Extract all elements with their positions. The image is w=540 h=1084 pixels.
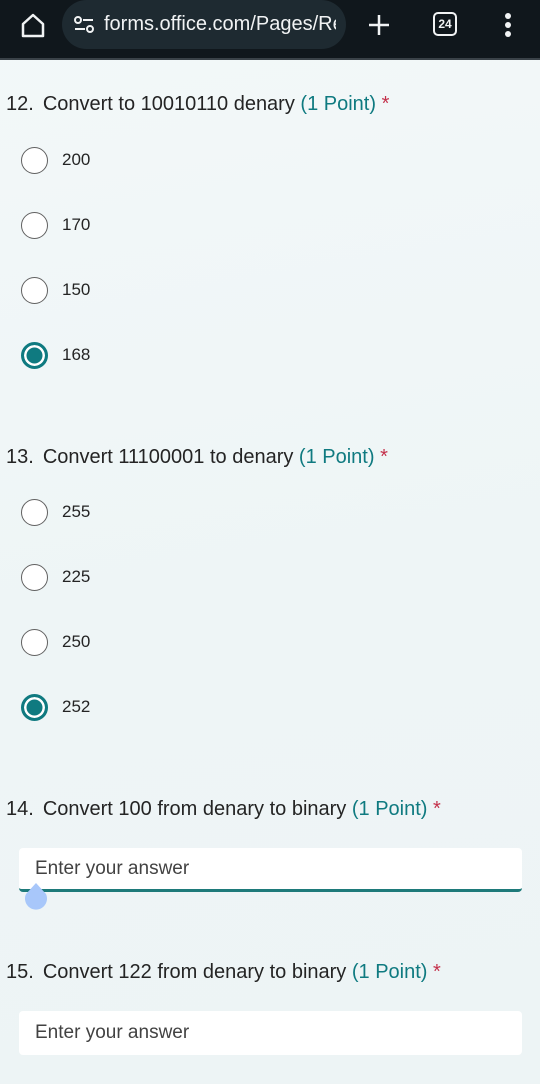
required-mark: * xyxy=(433,961,441,983)
option-label: 200 xyxy=(62,150,91,169)
required-mark: * xyxy=(380,446,388,468)
question-15-title: 15. Convert 122 from denary to binary (1 … xyxy=(6,961,441,984)
q13-option-2[interactable]: 225 xyxy=(21,562,90,592)
address-bar[interactable]: forms.office.com/Pages/ResponsePage xyxy=(62,0,346,49)
radio-button[interactable] xyxy=(21,276,48,304)
question-13-title: 13. Convert 11100001 to denary (1 Point) … xyxy=(6,446,388,469)
question-number: 12. xyxy=(6,93,34,115)
q14-answer-field[interactable] xyxy=(19,848,522,892)
option-label: 168 xyxy=(62,345,91,364)
question-points: (1 Point) xyxy=(351,798,428,820)
new-tab-button[interactable] xyxy=(364,10,394,40)
more-menu-button[interactable] xyxy=(498,10,518,40)
question-14-title: 14. Convert 100 from denary to binary (1 … xyxy=(6,798,441,821)
option-label: 255 xyxy=(62,502,91,521)
question-text: Convert 122 from denary to binary xyxy=(42,961,347,983)
home-icon xyxy=(21,13,45,38)
question-text: Convert to 10010110 denary xyxy=(42,93,295,115)
text-cursor-handle[interactable] xyxy=(23,882,49,912)
question-number: 15. xyxy=(6,961,34,983)
required-mark: * xyxy=(433,798,441,820)
q13-option-1[interactable]: 255 xyxy=(21,497,90,527)
browser-toolbar: forms.office.com/Pages/ResponsePage 24 xyxy=(0,0,540,60)
question-points: (1 Point) xyxy=(300,93,376,115)
q13-option-4[interactable]: 252 xyxy=(21,692,90,722)
option-label: 150 xyxy=(62,280,91,299)
more-vert-icon xyxy=(505,13,511,37)
radio-button[interactable] xyxy=(21,146,48,174)
radio-button[interactable] xyxy=(21,498,48,526)
q12-option-2[interactable]: 170 xyxy=(21,210,90,240)
radio-button[interactable] xyxy=(21,563,48,591)
url-text[interactable]: forms.office.com/Pages/ResponsePage xyxy=(104,13,336,36)
option-label: 250 xyxy=(62,632,91,651)
radio-button[interactable] xyxy=(21,211,48,239)
q12-option-1[interactable]: 200 xyxy=(21,145,90,175)
radio-button[interactable] xyxy=(21,628,48,656)
required-mark: * xyxy=(381,93,390,115)
option-label: 170 xyxy=(62,215,91,234)
q15-answer-field[interactable] xyxy=(19,1011,522,1055)
q14-answer-input[interactable] xyxy=(35,857,522,880)
question-number: 13. xyxy=(6,446,34,468)
q12-option-4[interactable]: 168 xyxy=(21,340,90,370)
question-text: Convert 11100001 to denary xyxy=(42,446,294,468)
question-points: (1 Point) xyxy=(298,446,375,468)
tab-switcher-button[interactable]: 24 xyxy=(433,12,457,36)
radio-button-selected[interactable] xyxy=(21,693,48,721)
option-label: 225 xyxy=(62,567,91,586)
question-number: 14. xyxy=(6,798,34,820)
question-points: (1 Point) xyxy=(351,961,428,983)
plus-icon xyxy=(369,15,389,35)
radio-button-selected[interactable] xyxy=(21,341,48,369)
home-button[interactable] xyxy=(18,10,48,40)
q15-answer-input[interactable] xyxy=(35,1022,522,1044)
q12-option-3[interactable]: 150 xyxy=(21,275,90,305)
question-text: Convert 100 from denary to binary xyxy=(42,798,347,820)
question-12-title: 12. Convert to 10010110 denary (1 Point) … xyxy=(6,93,389,116)
q13-option-3[interactable]: 250 xyxy=(21,627,90,657)
option-label: 252 xyxy=(62,697,91,716)
tune-icon[interactable] xyxy=(74,15,94,34)
